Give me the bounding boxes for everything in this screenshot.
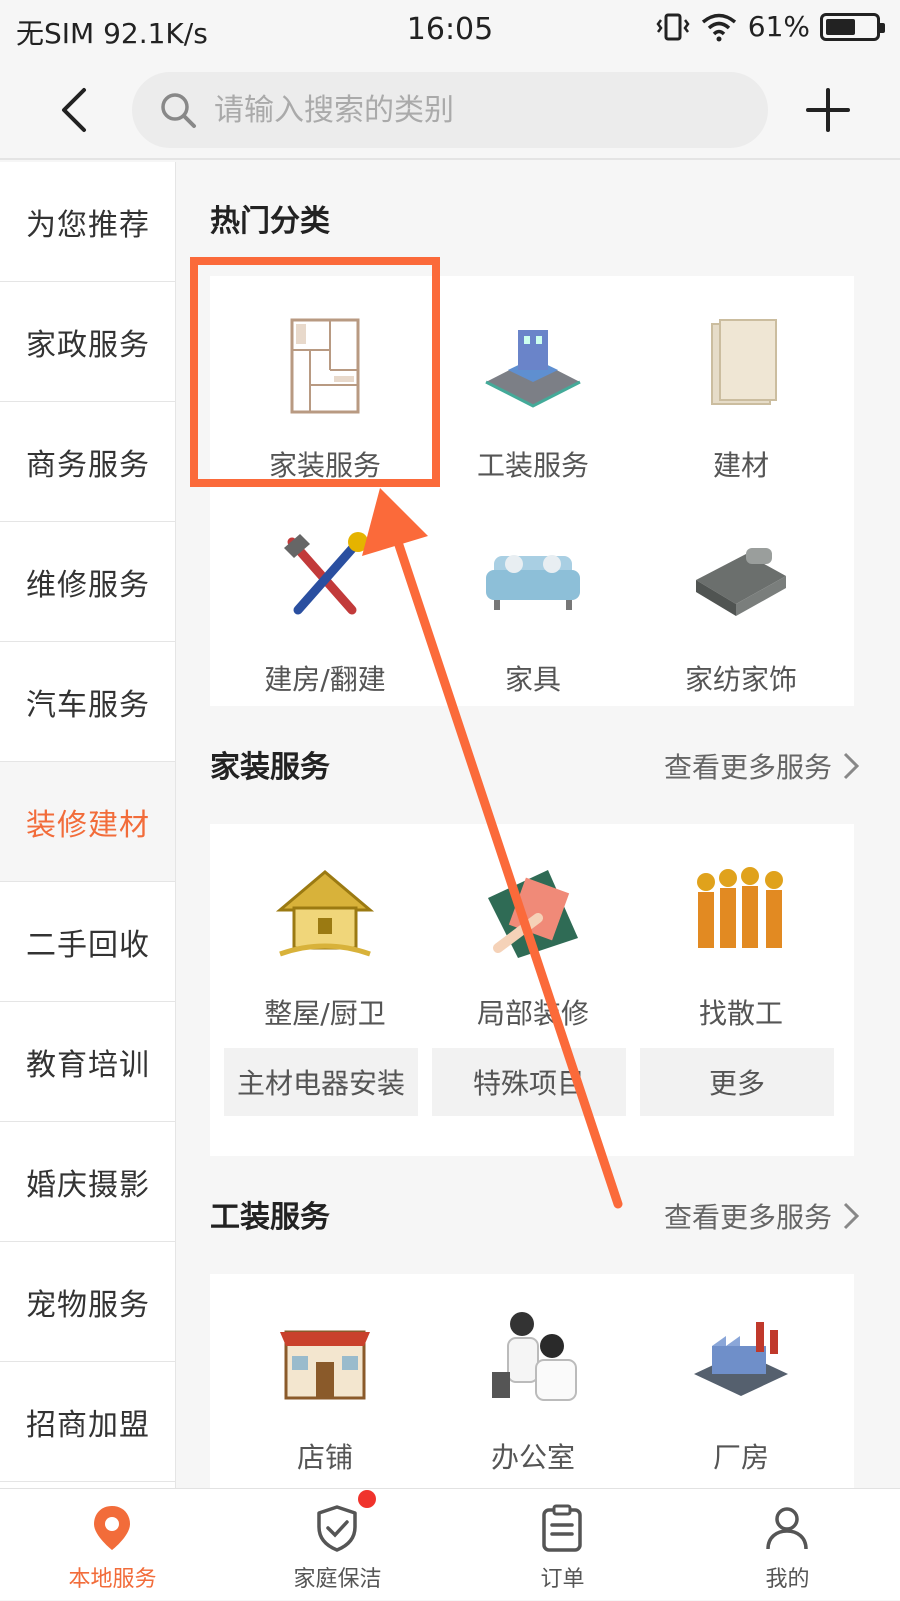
shop-icon <box>280 1330 370 1400</box>
tab-cleaning[interactable]: 家庭保洁 <box>225 1489 450 1601</box>
more-services-link[interactable]: 查看更多服务 <box>664 1196 860 1236</box>
battery-percent: 61% <box>747 10 810 43</box>
more-services-label: 查看更多服务 <box>663 1201 832 1234</box>
plus-icon[interactable] <box>806 88 850 132</box>
sidebar-item-decoration[interactable]: 装修建材 <box>0 762 175 882</box>
category-item-furniture[interactable]: 家具 <box>426 524 640 698</box>
house-icon <box>275 870 375 957</box>
chip-special[interactable]: 特殊项目 <box>432 1048 626 1116</box>
battery-icon <box>820 12 885 41</box>
category-item-textiles[interactable]: 家纺家饰 <box>634 524 848 698</box>
service-item-whole-house[interactable]: 整屋/厨卫 <box>218 858 432 1032</box>
top-bar <box>0 60 900 160</box>
chip-install[interactable]: 主材电器安装 <box>224 1048 418 1116</box>
section-title-hot: 热门分类 <box>210 204 330 239</box>
section-title-home-deco: 家装服务 <box>210 750 330 785</box>
category-label: 家具 <box>504 663 561 696</box>
service-item-workers[interactable]: 找散工 <box>634 858 848 1032</box>
highlight-box <box>190 257 440 487</box>
vibrate-icon <box>656 13 690 40</box>
service-label: 局部装修 <box>476 997 589 1030</box>
service-label: 店铺 <box>296 1441 353 1474</box>
tab-label: 我的 <box>765 1567 810 1592</box>
tab-local-service[interactable]: 本地服务 <box>0 1489 225 1601</box>
service-label: 整屋/厨卫 <box>264 997 386 1030</box>
bottom-tab-bar: 本地服务 家庭保洁 订单 我的 <box>0 1488 900 1600</box>
sidebar-item-recommend[interactable]: 为您推荐 <box>0 162 175 282</box>
status-bar: 无SIM 92.1K/s 16:05 61% <box>0 0 900 60</box>
tab-label: 家庭保洁 <box>293 1567 382 1592</box>
panel-icon <box>711 319 777 405</box>
sidebar-item-auto[interactable]: 汽车服务 <box>0 642 175 762</box>
search-input[interactable] <box>214 84 744 136</box>
tab-label: 本地服务 <box>68 1567 157 1592</box>
workers-icon <box>697 867 783 948</box>
notification-badge <box>358 1490 376 1508</box>
sidebar-item-franchise[interactable]: 招商加盟 <box>0 1362 175 1482</box>
category-label: 建房/翻建 <box>264 663 386 696</box>
search-bar[interactable] <box>132 72 768 148</box>
sidebar-item-recycle[interactable]: 二手回收 <box>0 882 175 1002</box>
service-label: 办公室 <box>490 1441 575 1474</box>
chip-more[interactable]: 更多 <box>640 1048 834 1116</box>
back-arrow-icon[interactable] <box>50 82 100 138</box>
sidebar-item-housekeeping[interactable]: 家政服务 <box>0 282 175 402</box>
sidebar-item-education[interactable]: 教育培训 <box>0 1002 175 1122</box>
search-icon <box>161 93 196 128</box>
location-pin-icon <box>94 1506 130 1550</box>
tab-orders[interactable]: 订单 <box>450 1489 675 1601</box>
category-item-materials[interactable]: 建材 <box>634 310 848 484</box>
factory-icon <box>694 1322 788 1396</box>
sidebar-item-wedding[interactable]: 婚庆摄影 <box>0 1122 175 1242</box>
status-icons: 61% <box>656 10 885 43</box>
tooling-card: 店铺 办公室 厂房 <box>210 1274 854 1488</box>
sofa-icon <box>486 555 580 610</box>
building-icon <box>485 330 581 408</box>
tab-label: 订单 <box>540 1567 585 1592</box>
tools-icon <box>284 532 368 615</box>
home-deco-card: 整屋/厨卫 局部装修 找散工 主材电器安装 特殊项目 更多 <box>210 824 854 1156</box>
category-label: 工装服务 <box>476 449 589 482</box>
category-sidebar: 为您推荐 家政服务 商务服务 维修服务 汽车服务 装修建材 二手回收 教育培训 … <box>0 162 176 1488</box>
category-label: 家纺家饰 <box>684 663 797 696</box>
more-services-link[interactable]: 查看更多服务 <box>664 746 860 786</box>
bedding-icon <box>696 548 786 616</box>
service-item-partial[interactable]: 局部装修 <box>426 858 640 1032</box>
wifi-icon <box>701 13 736 41</box>
service-label: 厂房 <box>712 1441 769 1474</box>
chevron-right-icon <box>843 1202 860 1230</box>
category-item-build[interactable]: 建房/翻建 <box>218 524 432 698</box>
service-item-office[interactable]: 办公室 <box>426 1302 640 1476</box>
more-services-label: 查看更多服务 <box>663 751 832 784</box>
service-item-factory[interactable]: 厂房 <box>634 1302 848 1476</box>
user-icon <box>766 1507 808 1550</box>
section-title-tooling: 工装服务 <box>210 1200 330 1235</box>
tab-mine[interactable]: 我的 <box>675 1489 900 1601</box>
battery-fill <box>826 18 856 35</box>
lab-icon <box>492 1312 577 1401</box>
category-item-tooling[interactable]: 工装服务 <box>426 310 640 484</box>
sidebar-item-repair[interactable]: 维修服务 <box>0 522 175 642</box>
clipboard-icon <box>542 1504 582 1552</box>
drafting-icon <box>488 870 578 958</box>
service-label: 找散工 <box>698 997 783 1030</box>
shield-check-icon <box>317 1505 357 1552</box>
sidebar-item-pet[interactable]: 宠物服务 <box>0 1242 175 1362</box>
chevron-right-icon <box>843 752 860 780</box>
service-item-shop[interactable]: 店铺 <box>218 1302 432 1476</box>
category-label: 建材 <box>712 449 769 482</box>
sidebar-item-business[interactable]: 商务服务 <box>0 402 175 522</box>
